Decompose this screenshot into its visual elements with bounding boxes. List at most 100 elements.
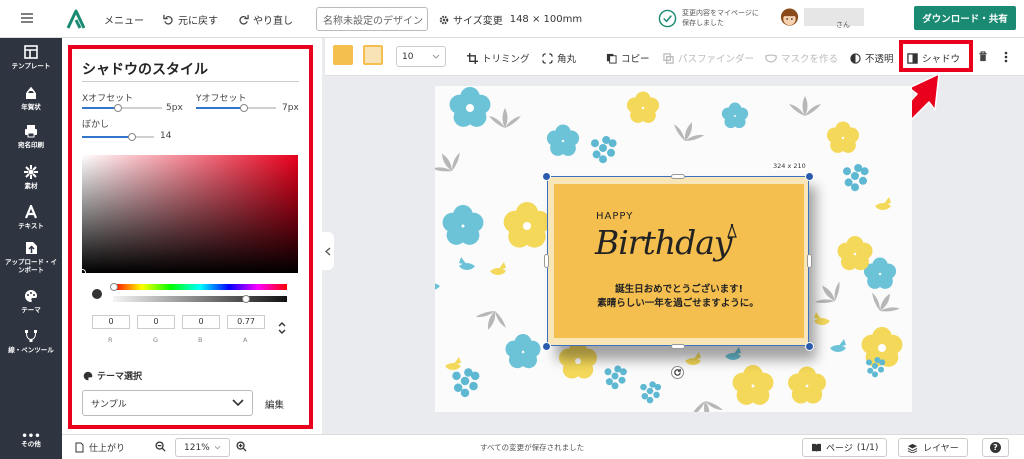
more-vertical-icon[interactable] (1004, 51, 1008, 66)
save-status-text: すべての変更が保存されました (480, 443, 585, 452)
resize-handle-top-left[interactable] (542, 172, 551, 181)
finish-button[interactable]: 仕上がり (75, 441, 125, 454)
selected-color-swatch (92, 289, 102, 299)
corner-radius-label: 角丸 (557, 54, 577, 65)
sidebar-item-upload[interactable]: アップロード・インポート (0, 241, 62, 274)
theme-edit-button[interactable]: 編集 (265, 397, 284, 411)
corner-radius-button[interactable]: 角丸 (542, 51, 576, 65)
zoom-level-select[interactable]: 121% (175, 438, 230, 457)
template-icon (24, 45, 38, 59)
sidebar-item-newyear[interactable]: 年賀状 (0, 86, 62, 111)
resize-handle-bottom-right[interactable] (805, 342, 814, 351)
x-offset-slider[interactable] (82, 104, 162, 112)
alpha-slider[interactable] (113, 296, 287, 302)
y-offset-label: Yオフセット (196, 94, 247, 104)
opacity-label: 不透明 (865, 54, 894, 65)
help-icon: ? (990, 442, 1001, 453)
resize-handle-bottom[interactable] (671, 344, 685, 349)
size-value: 148 × 100mm (509, 14, 583, 25)
y-offset-slider[interactable] (196, 104, 276, 112)
sidebar-item-text[interactable]: テキスト (0, 205, 62, 230)
color-picker-gradient[interactable] (82, 155, 298, 273)
theme-select-label: テーマ選択 (97, 372, 143, 382)
help-button[interactable]: ? (982, 438, 1009, 457)
sidebar-item-label: アップロード・インポート (5, 258, 57, 274)
palette-icon (25, 290, 37, 302)
green-input[interactable]: 0 (137, 315, 175, 329)
resize-handle-top-right[interactable] (805, 172, 814, 181)
mask-button[interactable]: マスクを作る (765, 51, 838, 65)
download-share-button[interactable]: ダウンロード・共有 (914, 6, 1016, 30)
secondary-color-swatch[interactable] (363, 45, 383, 65)
gear-icon (439, 15, 449, 24)
top-bar: メニュー 元に戻す やり直し 名称未設定のデザイン サイズ変更 148 × 10… (0, 0, 1024, 38)
book-icon (812, 443, 821, 452)
trim-label: トリミング (482, 54, 530, 65)
menu-button[interactable]: メニュー (104, 12, 144, 27)
crop-icon (467, 52, 478, 64)
x-offset-slider-knob[interactable] (114, 104, 122, 112)
theme-select-dropdown[interactable]: サンプル (82, 390, 253, 416)
sidebar-item-theme[interactable]: テーマ (0, 289, 62, 314)
page-button[interactable]: ページ (1/1) (802, 438, 888, 457)
trim-button[interactable]: トリミング (467, 51, 530, 65)
birthday-script-text[interactable]: Birthday (595, 223, 733, 262)
resize-handle-bottom-left[interactable] (542, 342, 551, 351)
y-offset-slider-knob[interactable] (240, 104, 248, 112)
size-change-button[interactable]: サイズ変更 148 × 100mm (439, 12, 582, 27)
theme-select-value: サンプル (91, 399, 127, 410)
trash-icon[interactable] (978, 51, 988, 65)
happy-text[interactable]: HAPPY (596, 211, 633, 222)
opacity-button[interactable]: 不透明 (850, 51, 894, 65)
hue-slider[interactable] (113, 284, 287, 290)
pathfinder-button[interactable]: パスファインダー (663, 51, 754, 65)
chevron-down-icon (214, 445, 221, 450)
font-size-select[interactable]: 10 (396, 46, 446, 67)
resize-handle-right[interactable] (807, 254, 812, 268)
red-input[interactable]: 0 (92, 315, 130, 329)
redo-icon (239, 14, 249, 25)
alpha-slider-knob[interactable] (242, 295, 250, 303)
redo-button[interactable]: やり直し (238, 12, 293, 27)
page-label: ページ (826, 444, 853, 454)
copy-button[interactable]: コピー (606, 51, 650, 65)
app-logo[interactable] (65, 8, 87, 30)
hue-slider-knob[interactable] (110, 283, 118, 291)
pathfinder-label: パスファインダー (678, 54, 755, 65)
sidebar-item-template[interactable]: テンプレート (0, 45, 62, 70)
sidebar-item-more[interactable]: ••• その他 (0, 432, 62, 449)
text-icon (24, 205, 38, 219)
blue-label: B (198, 336, 203, 344)
blur-slider[interactable] (82, 133, 154, 141)
alpha-input[interactable]: 0.77 (227, 315, 265, 329)
resize-handle-top[interactable] (671, 174, 685, 179)
hamburger-icon[interactable] (20, 11, 34, 25)
layer-button[interactable]: レイヤー (898, 438, 968, 457)
shadow-button[interactable]: シャドウ (907, 51, 960, 65)
party-hat-icon (727, 223, 737, 241)
sidebar-item-pen-tool[interactable]: 線・ペンツール (0, 329, 62, 354)
sidebar-item-material[interactable]: 素材 (0, 165, 62, 190)
rotate-handle-icon[interactable] (671, 366, 684, 379)
blue-input[interactable]: 0 (182, 315, 220, 329)
color-mode-toggle-icon[interactable] (278, 320, 286, 339)
download-share-label: ダウンロード・共有 (922, 14, 1008, 25)
birthday-message-line1[interactable]: 誕生日おめでとうございます! (595, 281, 763, 295)
undo-button[interactable]: 元に戻す (163, 12, 218, 27)
resize-handle-left[interactable] (544, 254, 549, 268)
avatar[interactable] (779, 7, 800, 29)
design-canvas[interactable]: 324 x 210 HAPPY Birthday 誕生日おめでとうございます! … (435, 86, 912, 412)
color-picker-handle[interactable] (79, 269, 86, 276)
size-change-label: サイズ変更 (453, 16, 503, 27)
panel-collapse-handle[interactable] (322, 232, 334, 270)
panel-title: シャドウのスタイル (82, 62, 208, 78)
sidebar-item-address-print[interactable]: 宛名印刷 (0, 124, 62, 149)
design-name-input[interactable]: 名称未設定のデザイン (316, 7, 428, 31)
material-icon (24, 165, 38, 179)
copy-label: コピー (621, 54, 650, 65)
birthday-message-line2[interactable]: 素晴らしい一年を過ごせますように。 (565, 295, 791, 309)
zoom-in-icon[interactable] (236, 441, 247, 452)
fill-color-swatch[interactable] (333, 45, 353, 65)
zoom-out-icon[interactable] (155, 441, 166, 452)
copy-icon (606, 53, 617, 64)
